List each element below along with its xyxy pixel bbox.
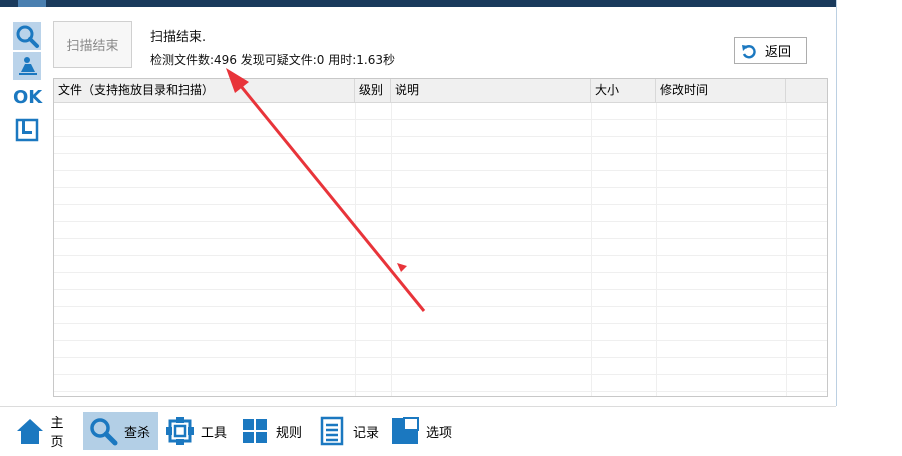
house-icon xyxy=(17,419,43,444)
scan-status-text: 扫描结束. xyxy=(150,30,207,45)
table-row-divider xyxy=(54,306,827,307)
column-header-filler xyxy=(786,79,827,102)
table-column-divider xyxy=(786,103,787,396)
grid-icon xyxy=(243,419,267,443)
table-body[interactable] xyxy=(54,103,827,396)
table-row-divider xyxy=(54,136,827,137)
table-row-divider xyxy=(54,119,827,120)
window-icon xyxy=(392,417,419,444)
table-row-divider xyxy=(54,204,827,205)
bottom-nav: 主页 查杀 工具 规则 记录 选项 xyxy=(0,407,902,456)
magnifier-icon xyxy=(16,25,39,48)
table-row-divider xyxy=(54,340,827,341)
side-scan-tool[interactable] xyxy=(13,22,41,50)
column-header-file[interactable]: 文件（支持拖放目录和扫描） xyxy=(54,79,355,102)
broom-icon xyxy=(19,57,37,75)
nav-scan-label: 查杀 xyxy=(124,425,151,441)
table-row-divider xyxy=(54,374,827,375)
nav-logs-label: 记录 xyxy=(353,425,380,441)
back-button[interactable]: 返回 xyxy=(734,37,807,64)
side-export-tool[interactable] xyxy=(13,116,41,144)
top-bar-accent xyxy=(18,0,46,7)
nav-options-label: 选项 xyxy=(426,425,453,441)
column-header-level[interactable]: 级别 xyxy=(355,79,391,102)
scan-results-table[interactable]: 文件（支持拖放目录和扫描） 级别 说明 大小 修改时间 xyxy=(53,78,828,397)
table-row-divider xyxy=(54,289,827,290)
nav-rules[interactable]: 规则 xyxy=(235,412,305,450)
table-row-divider xyxy=(54,153,827,154)
table-row-divider xyxy=(54,255,827,256)
nav-scan[interactable]: 查杀 xyxy=(83,412,158,450)
table-row-divider xyxy=(54,272,827,273)
scan-finished-button[interactable]: 扫描结束 xyxy=(53,21,132,68)
nav-tools[interactable]: 工具 xyxy=(160,412,230,450)
side-clean-tool[interactable] xyxy=(13,52,41,80)
magnifier-icon xyxy=(90,418,118,446)
nav-home[interactable]: 主页 xyxy=(10,412,76,450)
undo-arrow-icon xyxy=(742,44,756,58)
table-row-divider xyxy=(54,238,827,239)
export-box-icon xyxy=(15,118,39,142)
table-row-divider xyxy=(54,357,827,358)
nav-home-label: 主页 xyxy=(50,416,64,450)
column-header-size[interactable]: 大小 xyxy=(591,79,656,102)
nav-tools-label: 工具 xyxy=(201,425,228,441)
list-document-icon xyxy=(320,416,344,446)
nav-options[interactable]: 选项 xyxy=(385,412,460,450)
nav-rules-label: 规则 xyxy=(276,425,303,441)
window-top-bar xyxy=(0,0,836,7)
side-ok-tool[interactable]: OK xyxy=(13,84,42,112)
back-button-label: 返回 xyxy=(765,45,792,60)
table-row-divider xyxy=(54,391,827,392)
table-row-divider xyxy=(54,187,827,188)
table-column-divider xyxy=(355,103,356,396)
table-column-divider xyxy=(591,103,592,396)
table-row-divider xyxy=(54,323,827,324)
table-header: 文件（支持拖放目录和扫描） 级别 说明 大小 修改时间 xyxy=(54,79,827,103)
column-header-description[interactable]: 说明 xyxy=(391,79,591,102)
column-header-modified-time[interactable]: 修改时间 xyxy=(656,79,786,102)
table-row-divider xyxy=(54,170,827,171)
table-column-divider xyxy=(656,103,657,396)
nav-logs[interactable]: 记录 xyxy=(312,412,382,450)
right-frame-line xyxy=(836,0,837,406)
tools-frame-icon xyxy=(166,417,194,445)
table-row-divider xyxy=(54,221,827,222)
table-column-divider xyxy=(391,103,392,396)
scan-result-summary: 检测文件数:496 发现可疑文件:0 用时:1.63秒 xyxy=(150,53,396,67)
